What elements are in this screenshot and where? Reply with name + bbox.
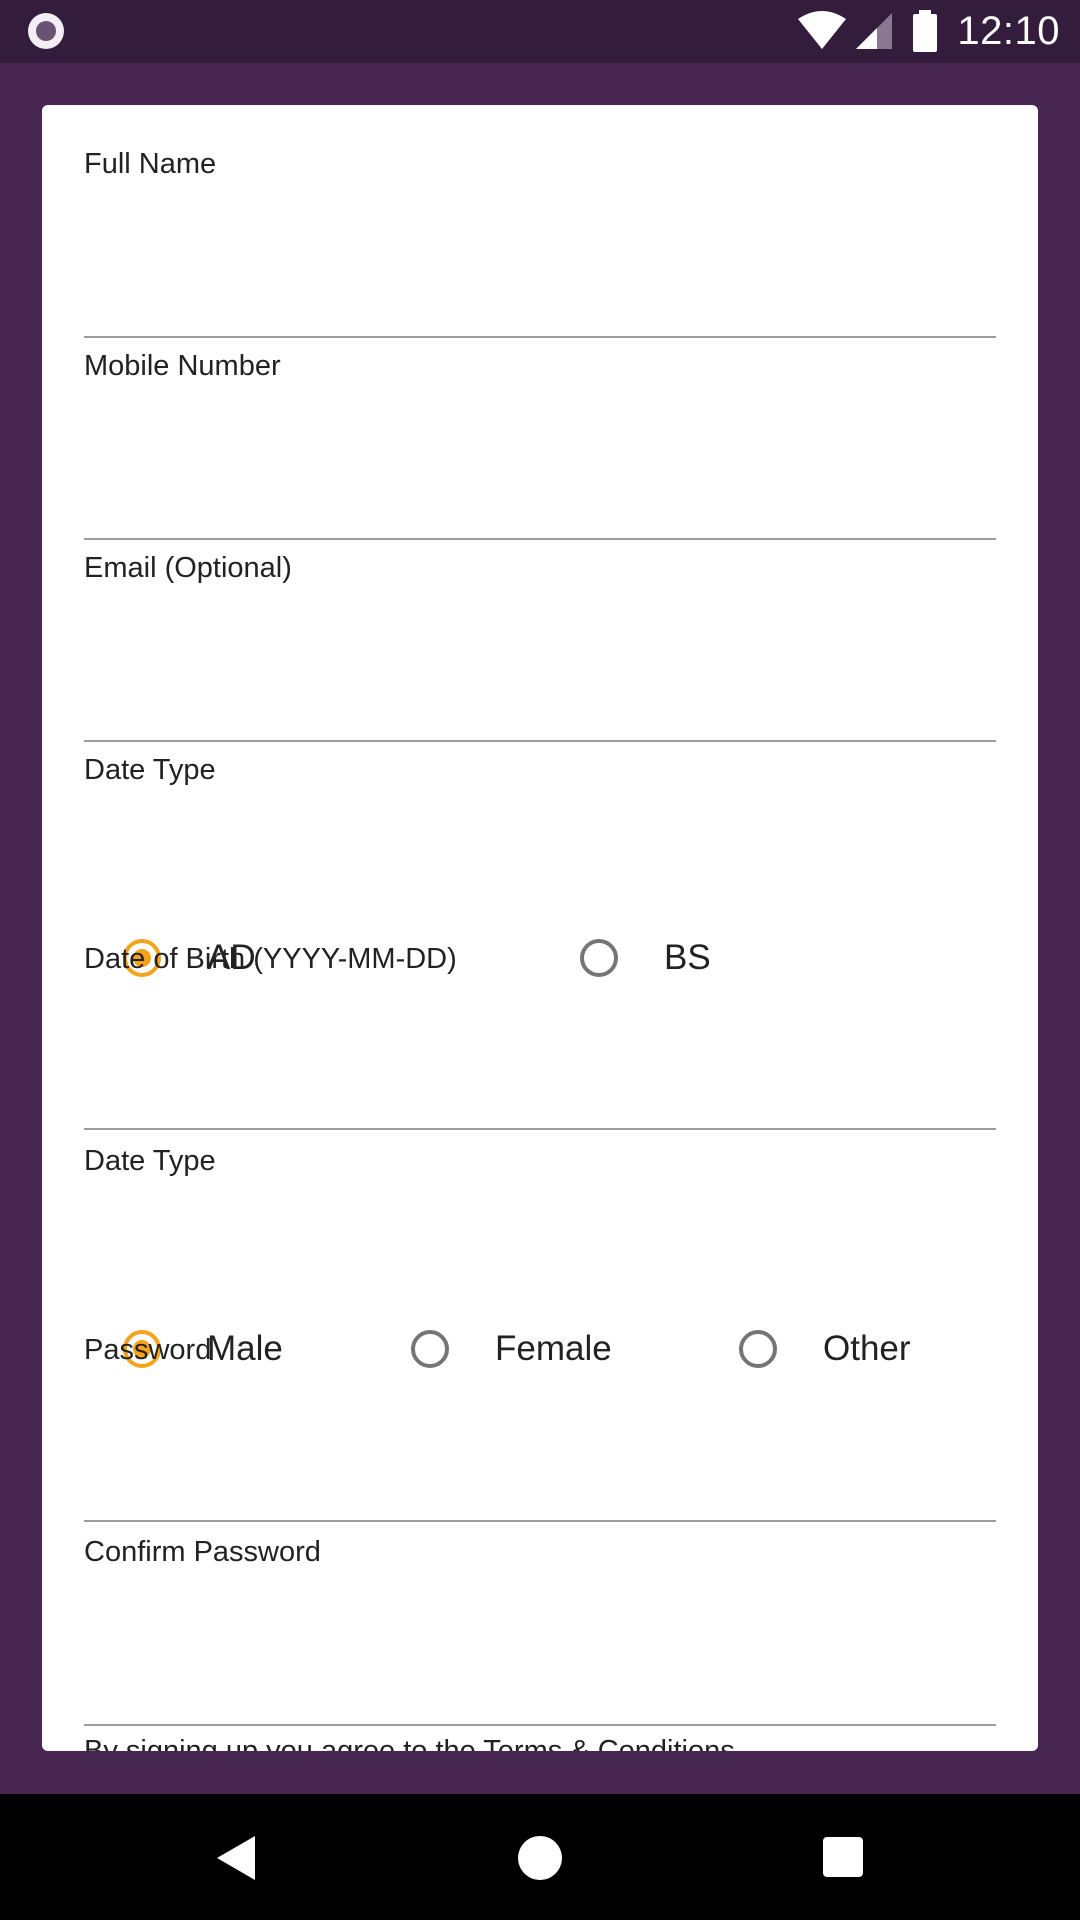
cell-signal-icon — [856, 13, 893, 49]
password-underline — [84, 1520, 996, 1522]
password-label: Password — [84, 1334, 212, 1366]
date-of-birth-field[interactable]: Date of Birth (YYYY-MM-DD) — [84, 942, 996, 1130]
date-of-birth-label: Date of Birth (YYYY-MM-DD) — [84, 943, 457, 975]
battery-icon — [913, 10, 938, 52]
date-type-label: Date Type — [84, 754, 216, 786]
signup-form-card: Full Name Mobile Number Email (Optional)… — [42, 105, 1038, 1751]
gender-section: Date Type — [84, 1144, 996, 1184]
home-icon[interactable] — [518, 1836, 562, 1880]
status-bar: 12:10 — [0, 0, 1080, 63]
mobile-number-underline — [84, 538, 996, 540]
back-icon[interactable] — [215, 1834, 257, 1882]
app-notification-icon — [28, 13, 64, 49]
date-of-birth-underline — [84, 1128, 996, 1130]
confirm-password-label: Confirm Password — [84, 1536, 321, 1568]
password-field[interactable]: Password — [84, 1333, 996, 1522]
status-clock: 12:10 — [957, 8, 1060, 53]
confirm-password-field[interactable]: Confirm Password — [84, 1535, 996, 1726]
full-name-underline — [84, 336, 996, 338]
mobile-number-label: Mobile Number — [84, 350, 281, 382]
full-name-field[interactable]: Full Name — [84, 147, 996, 338]
email-field[interactable]: Email (Optional) — [84, 551, 996, 742]
email-label: Email (Optional) — [84, 552, 292, 584]
terms-text[interactable]: By signing up you agree to the Terms & C… — [84, 1735, 735, 1751]
gender-section-label: Date Type — [84, 1145, 216, 1177]
email-underline — [84, 740, 996, 742]
navigation-bar — [0, 1794, 1080, 1920]
recents-icon[interactable] — [823, 1837, 863, 1877]
date-type-section: Date Type — [84, 753, 996, 793]
confirm-password-underline — [84, 1724, 996, 1726]
mobile-number-field[interactable]: Mobile Number — [84, 349, 996, 540]
status-icons: 12:10 — [797, 8, 1060, 54]
full-name-label: Full Name — [84, 148, 217, 180]
wifi-icon — [798, 11, 847, 49]
